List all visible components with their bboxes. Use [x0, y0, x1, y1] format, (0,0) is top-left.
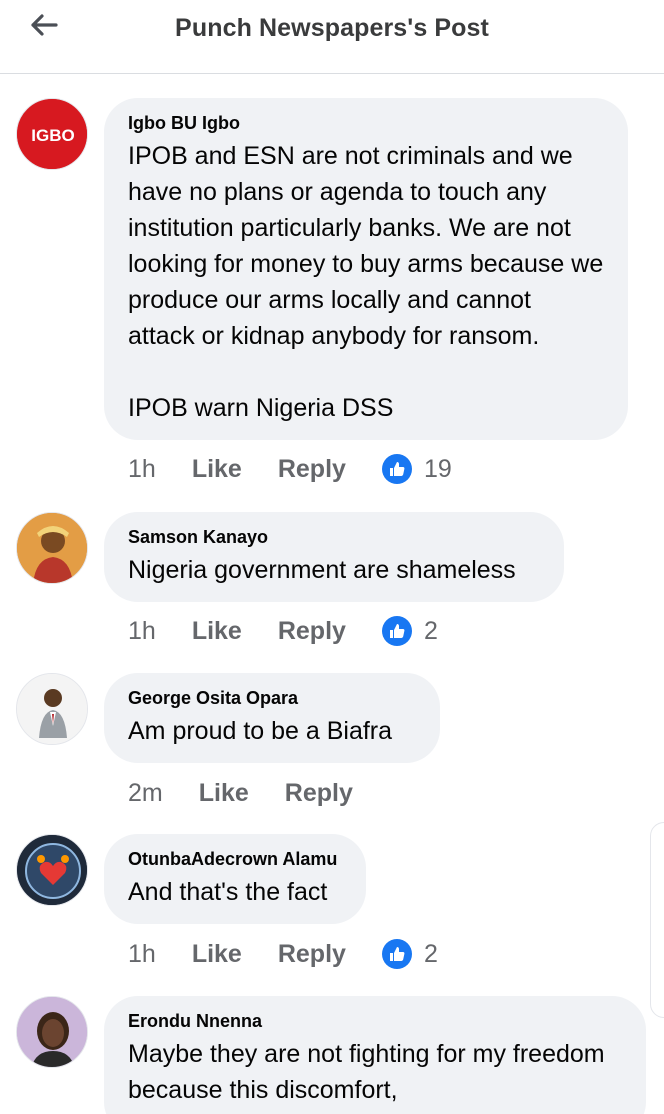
comment-text: Maybe they are not fighting for my freed… [128, 1040, 612, 1104]
comment-author[interactable]: George Osita Opara [128, 687, 416, 709]
comment-time[interactable]: 1h [128, 617, 156, 646]
reply-button[interactable]: Reply [285, 779, 353, 808]
reply-button[interactable]: Reply [278, 940, 346, 969]
avatar[interactable] [16, 512, 88, 584]
avatar[interactable]: IGBO [16, 98, 88, 170]
reaction-summary[interactable]: 19 [381, 454, 452, 484]
reaction-summary[interactable]: 2 [381, 616, 438, 646]
thumbs-up-icon [381, 454, 412, 484]
comment-text: IPOB and ESN are not criminals and we ha… [128, 142, 604, 422]
comment-bubble[interactable]: Samson Kanayo Nigeria government are sha… [104, 512, 564, 602]
reaction-summary[interactable]: 2 [381, 939, 438, 969]
reaction-count: 2 [423, 939, 438, 968]
comment-actions: 1h Like Reply 19 [128, 452, 452, 486]
like-button[interactable]: Like [192, 940, 242, 969]
svg-text:IGBO: IGBO [31, 126, 74, 145]
reply-button[interactable]: Reply [278, 617, 346, 646]
comment-author[interactable]: Samson Kanayo [128, 526, 540, 548]
comment-author[interactable]: Igbo BU Igbo [128, 112, 604, 134]
page-title: Punch Newspapers's Post [175, 14, 489, 42]
person-avatar-icon [17, 513, 87, 583]
comment-author[interactable]: OtunbaAdecrown Alamu [128, 848, 342, 870]
person-avatar-icon [17, 997, 87, 1067]
comment-bubble[interactable]: OtunbaAdecrown Alamu And that's the fact [104, 834, 366, 924]
igbo-logo-icon: IGBO [17, 99, 87, 169]
like-button[interactable]: Like [199, 779, 249, 808]
avatar[interactable] [16, 996, 88, 1068]
comment-actions: 1h Like Reply 2 [128, 937, 438, 971]
like-button[interactable]: Like [192, 617, 242, 646]
ministry-logo-icon [17, 835, 87, 905]
comment-text: And that's the fact [128, 878, 328, 906]
comment-author[interactable]: Erondu Nnenna [128, 1010, 622, 1032]
comment-time[interactable]: 1h [128, 455, 156, 484]
thumbs-up-icon [381, 939, 412, 969]
comment-text: Nigeria government are shameless [128, 556, 516, 584]
reaction-count: 2 [423, 616, 438, 645]
comment-bubble[interactable]: George Osita Opara Am proud to be a Biaf… [104, 673, 440, 763]
top-bar: Punch Newspapers's Post [0, 0, 664, 74]
avatar[interactable] [16, 673, 88, 745]
comment-actions: 2m Like Reply [128, 776, 389, 810]
comment-bubble[interactable]: Erondu Nnenna Maybe they are not fightin… [104, 996, 646, 1114]
comment-time[interactable]: 1h [128, 940, 156, 969]
comment-time[interactable]: 2m [128, 779, 163, 808]
like-button[interactable]: Like [192, 455, 242, 484]
person-avatar-icon [17, 674, 87, 744]
comment-bubble[interactable]: Igbo BU Igbo IPOB and ESN are not crimin… [104, 98, 628, 440]
comment-actions: 1h Like Reply 2 [128, 614, 438, 648]
reply-button[interactable]: Reply [278, 455, 346, 484]
floating-side-tab[interactable] [650, 822, 664, 1018]
comment-text: Am proud to be a Biafra [128, 717, 393, 745]
reaction-count: 19 [423, 454, 452, 483]
avatar[interactable] [16, 834, 88, 906]
thumbs-up-icon [381, 616, 412, 646]
